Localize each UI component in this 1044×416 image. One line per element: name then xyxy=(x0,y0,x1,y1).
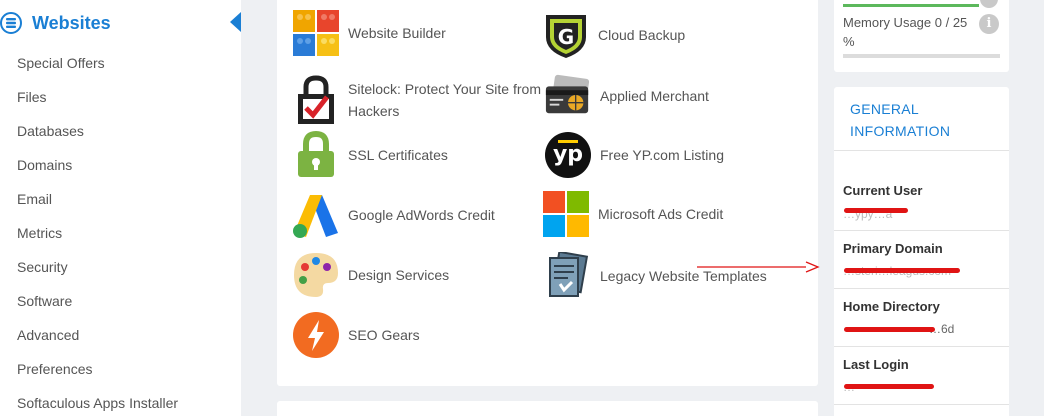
lightning-bolt-icon xyxy=(292,311,340,359)
sidebar: Websites Special Offers Files Databases … xyxy=(0,0,241,416)
microsoft-logo-icon xyxy=(542,190,590,238)
sidebar-item-domains[interactable]: Domains xyxy=(0,148,241,182)
tool-applied-merchant[interactable]: Applied Merchant xyxy=(544,72,709,120)
divider xyxy=(834,150,1009,151)
redaction-mark xyxy=(844,384,934,389)
sidebar-item-metrics[interactable]: Metrics xyxy=(0,216,241,250)
tool-website-builder[interactable]: Website Builder xyxy=(292,9,446,57)
current-user-label: Current User xyxy=(843,183,923,198)
sidebar-item-software[interactable]: Software xyxy=(0,284,241,318)
tool-microsoft-ads[interactable]: Microsoft Ads Credit xyxy=(542,190,723,238)
tool-design-services[interactable]: Design Services xyxy=(292,251,449,299)
general-information-title: GENERAL INFORMATION xyxy=(850,101,951,139)
redaction-mark xyxy=(844,268,960,273)
sidebar-item-databases[interactable]: Databases xyxy=(0,114,241,148)
sidebar-item-email[interactable]: Email xyxy=(0,182,241,216)
memory-usage-bar xyxy=(843,54,1000,58)
green-lock-icon xyxy=(292,131,340,179)
tool-google-adwords[interactable]: Google AdWords Credit xyxy=(292,191,495,239)
divider xyxy=(834,230,1009,231)
svg-text:G: G xyxy=(558,25,574,49)
palette-icon xyxy=(292,251,340,299)
tool-label: Design Services xyxy=(348,267,450,283)
memory-usage-label: Memory Usage 0 / 25 % xyxy=(843,15,968,49)
tool-label: Google AdWords Credit xyxy=(348,207,495,223)
blocks-icon xyxy=(292,9,340,57)
sidebar-item-softaculous[interactable]: Softaculous Apps Installer xyxy=(0,386,241,416)
sidebar-item-security[interactable]: Security xyxy=(0,250,241,284)
general-information-card: GENERAL INFORMATION Current User …ypy…a … xyxy=(834,87,1009,416)
divider xyxy=(834,346,1009,347)
sidebar-item-advanced[interactable]: Advanced xyxy=(0,318,241,352)
yp-logo-icon: yp xyxy=(544,131,592,179)
padlock-check-icon xyxy=(292,75,340,124)
database-icon xyxy=(0,12,22,34)
tool-label: Website Builder xyxy=(348,25,446,41)
sidebar-item-preferences[interactable]: Preferences xyxy=(0,352,241,386)
tool-label: Applied Merchant xyxy=(600,88,709,104)
tool-label: Sitelock: Protect Your Site from Hackers xyxy=(348,81,541,119)
info-icon[interactable] xyxy=(980,0,998,8)
tool-legacy-templates[interactable]: Legacy Website Templates xyxy=(544,252,767,300)
tool-label: Free YP.com Listing xyxy=(600,147,724,163)
memory-usage-card: Memory Usage 0 / 25 % i xyxy=(834,0,1009,72)
cg-shield-icon: G xyxy=(542,11,590,59)
primary-domain-label: Primary Domain xyxy=(843,241,943,256)
info-icon[interactable]: i xyxy=(979,14,999,34)
sidebar-header[interactable]: Websites xyxy=(0,0,241,46)
caret-left-icon[interactable] xyxy=(230,12,241,32)
sidebar-item-files[interactable]: Files xyxy=(0,80,241,114)
tool-label: SSL Certificates xyxy=(348,147,448,163)
svg-text:yp: yp xyxy=(553,142,583,167)
tool-label: Legacy Website Templates xyxy=(600,268,767,284)
divider xyxy=(834,404,1009,405)
tool-cloud-backup[interactable]: G Cloud Backup xyxy=(542,11,685,59)
divider xyxy=(834,288,1009,289)
tool-label: SEO Gears xyxy=(348,327,420,343)
tool-label: Cloud Backup xyxy=(598,27,686,43)
secondary-panel xyxy=(277,401,818,416)
tool-yp-listing[interactable]: yp Free YP.com Listing xyxy=(544,131,724,179)
tools-panel: Website Builder G Cloud Backup Sitelock:… xyxy=(277,0,818,386)
previous-usage-bar xyxy=(843,4,979,7)
redaction-mark xyxy=(844,327,935,332)
adwords-logo-icon xyxy=(292,191,340,239)
sidebar-item-special-offers[interactable]: Special Offers xyxy=(0,46,241,80)
last-login-label: Last Login xyxy=(843,357,909,372)
tool-sitelock[interactable]: Sitelock: Protect Your Site from Hackers xyxy=(292,75,548,124)
sidebar-nav: Special Offers Files Databases Domains E… xyxy=(0,46,241,416)
home-directory-label: Home Directory xyxy=(843,299,940,314)
credit-card-icon xyxy=(544,72,592,120)
sidebar-title: Websites xyxy=(32,12,111,33)
tool-seo-gears[interactable]: SEO Gears xyxy=(292,311,420,359)
tool-ssl-certificates[interactable]: SSL Certificates xyxy=(292,131,448,179)
document-stack-icon xyxy=(544,252,592,300)
redaction-mark xyxy=(844,208,908,213)
tool-label: Microsoft Ads Credit xyxy=(598,206,724,222)
